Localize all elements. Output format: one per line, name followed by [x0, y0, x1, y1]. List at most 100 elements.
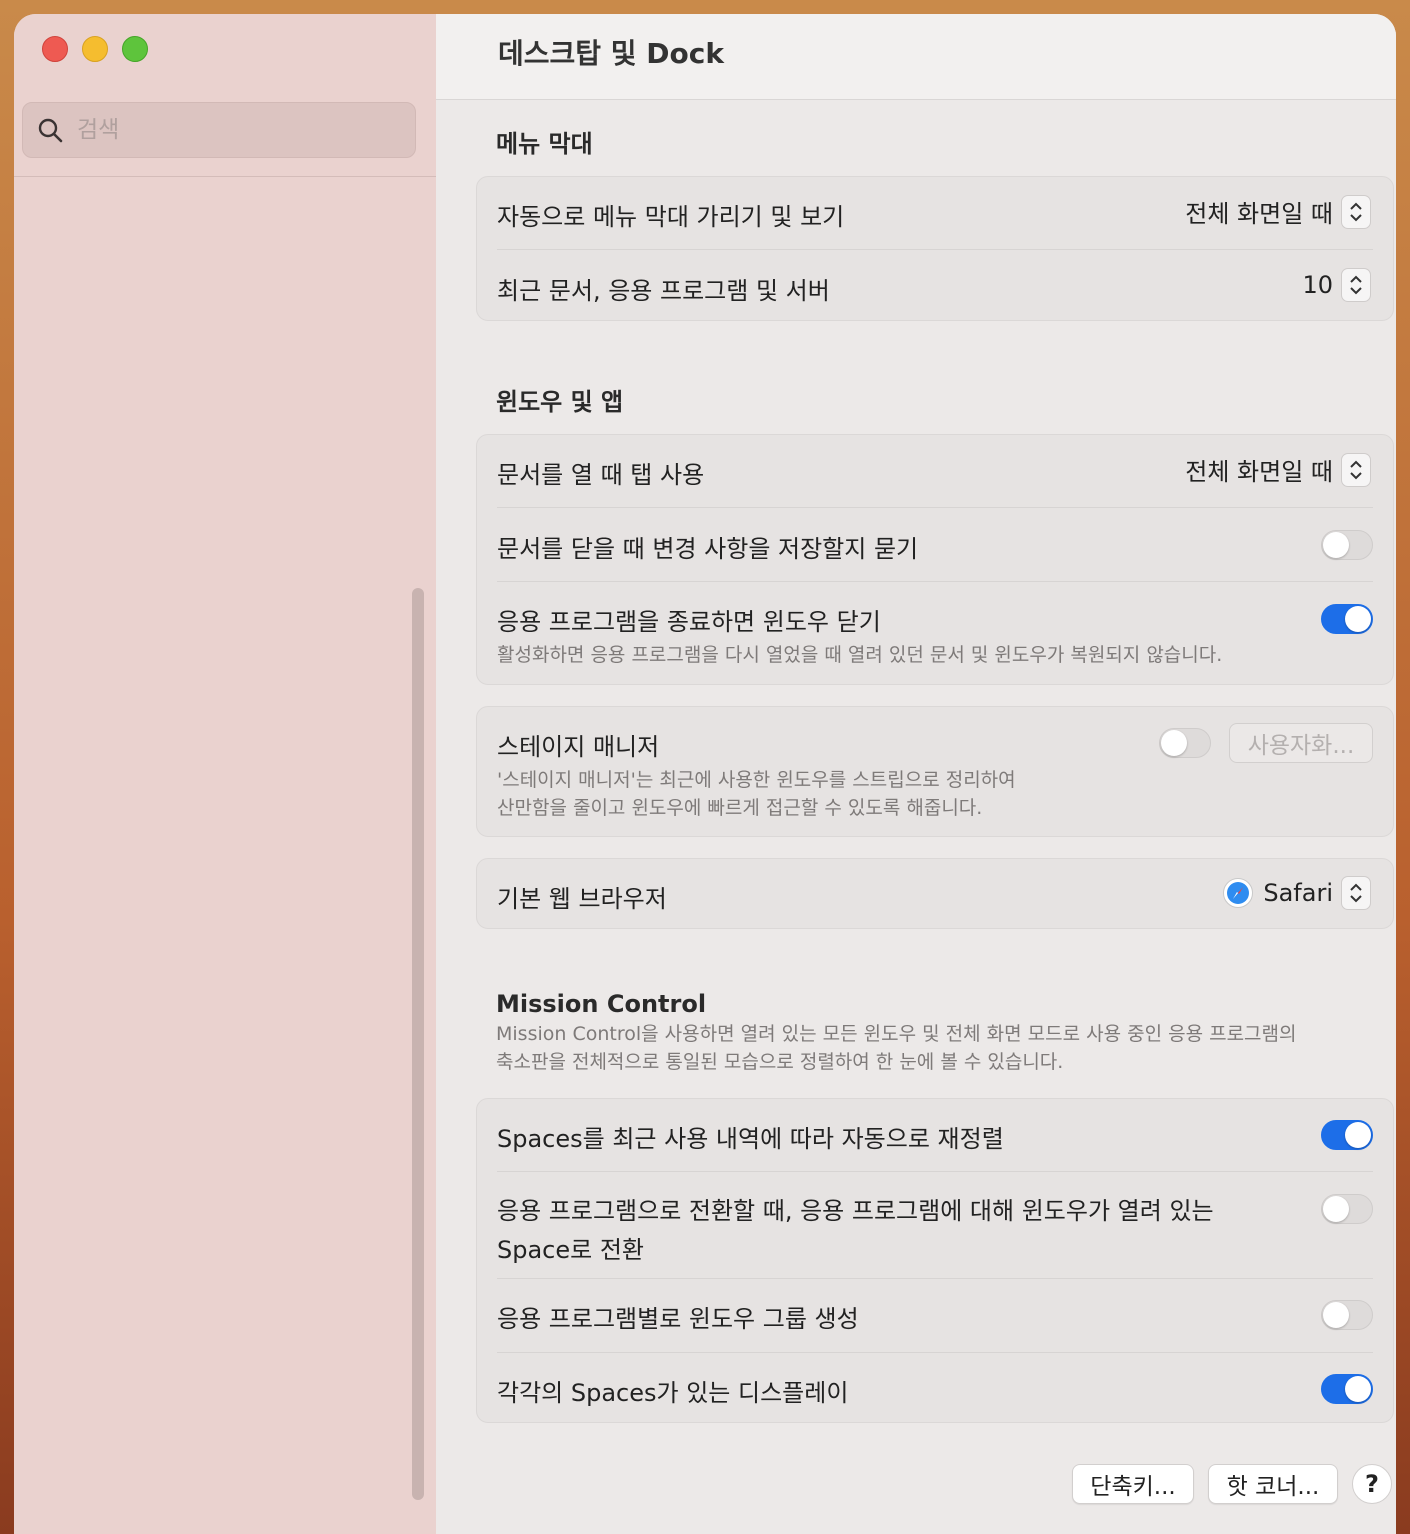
- auto-hide-popup[interactable]: 전체 화면일 때: [1185, 194, 1371, 229]
- close-windows-description: 활성화하면 응용 프로그램을 다시 열었을 때 열려 있던 문서 및 윈도우가 …: [497, 644, 1223, 666]
- screensaver-icon: ☾: [36, 846, 76, 886]
- sidebar-item[interactable]: ⌨ 키보드: [24, 1364, 384, 1420]
- close-window-button[interactable]: [42, 36, 68, 62]
- search-input[interactable]: [77, 117, 377, 143]
- sidebar-item[interactable]: ♿ 손쉬운 사용: [24, 420, 384, 476]
- sidebar-item[interactable]: ☾ 집중 모드: [24, 170, 384, 226]
- tabs-label: 문서를 열 때 탭 사용: [497, 461, 705, 489]
- help-button[interactable]: ?: [1352, 1464, 1392, 1504]
- sidebar-scrollbar[interactable]: [412, 588, 424, 1500]
- sidebar-item[interactable]: ✿ 배경화면: [24, 782, 384, 838]
- mission-control-description-2: 축소판을 전체적으로 통일된 모습으로 정렬하여 한 눈에 볼 수 있습니다.: [496, 1051, 1064, 1073]
- chevron-updown-icon: [1341, 194, 1371, 229]
- mission-control-title: Mission Control: [496, 990, 707, 1018]
- menubar-section-title: 메뉴 막대: [496, 130, 593, 158]
- sidebar-item-label: 제어 센터: [88, 492, 184, 521]
- sidebar-item-label: 배경화면: [88, 798, 177, 827]
- sidebar-item-label: 화면 보호기: [88, 854, 207, 883]
- sidebar-item-label: Touch ID 및 암호: [88, 1048, 272, 1077]
- row-divider: [497, 1278, 1373, 1279]
- sidebar-item[interactable]: ● Game Center: [24, 1282, 384, 1338]
- sidebar-divider: [14, 176, 436, 177]
- row-divider: [497, 507, 1373, 508]
- group-windows-row: 응용 프로그램별로 윈도우 그룹 생성: [497, 1299, 1373, 1334]
- key-icon: ⚷: [36, 1178, 76, 1218]
- sidebar-item-label: 배터리: [88, 910, 155, 939]
- auto-hide-value: 전체 화면일 때: [1185, 200, 1333, 228]
- switch-space-row: 응용 프로그램으로 전환할 때, 응용 프로그램에 대해 윈도우가 열려 있는 …: [497, 1191, 1373, 1265]
- sidebar-item[interactable]: 🔒 화면 잠금: [24, 976, 384, 1032]
- close-windows-toggle[interactable]: [1321, 604, 1373, 634]
- row-divider: [497, 1352, 1373, 1353]
- mission-control-description: Mission Control을 사용하면 열려 있는 모든 윈도우 및 전체 …: [496, 1020, 1386, 1076]
- group-windows-label: 응용 프로그램별로 윈도우 그룹 생성: [497, 1305, 859, 1333]
- sidebar-item[interactable]: ☾ 화면 보호기: [24, 838, 384, 894]
- recent-items-popup[interactable]: 10: [1302, 268, 1371, 302]
- sidebar-item[interactable]: ◉ Siri 및 Spotlight: [24, 532, 384, 588]
- sidebar-item[interactable]: ⧗ 스크린 타임: [24, 226, 384, 282]
- sidebar-item-label: 인터넷 계정: [88, 1242, 207, 1271]
- browser-popup[interactable]: Safari: [1223, 876, 1371, 910]
- control-center-icon: ☰: [36, 484, 76, 524]
- group-windows-toggle[interactable]: [1321, 1300, 1373, 1330]
- fingerprint-icon: ◎: [36, 1040, 76, 1080]
- sidebar-item[interactable]: ☝ 트랙패드: [24, 1476, 384, 1532]
- sidebar-item-label: 마우스: [88, 1436, 155, 1465]
- rearrange-toggle[interactable]: [1321, 1120, 1373, 1150]
- appearance-icon: ◐: [36, 372, 76, 412]
- mouse-icon: ▯: [36, 1428, 76, 1468]
- separate-spaces-row: 각각의 Spaces가 있는 디스플레이: [497, 1373, 1373, 1408]
- row-divider: [497, 581, 1373, 582]
- siri-icon: ◉: [36, 540, 76, 580]
- shortcuts-button[interactable]: 단축키...: [1072, 1464, 1194, 1504]
- sidebar-item-label: 화면 모드: [88, 380, 184, 409]
- browser-value: Safari: [1263, 879, 1333, 907]
- customize-button[interactable]: 사용자화...: [1229, 723, 1373, 763]
- sun-icon: ☀: [36, 734, 76, 774]
- switch-space-label-1: 응용 프로그램으로 전환할 때, 응용 프로그램에 대해 윈도우가 열려 있는: [497, 1197, 1214, 1225]
- mission-control-description-1: Mission Control을 사용하면 열려 있는 모든 윈도우 및 전체 …: [496, 1023, 1297, 1045]
- stage-manager-description-2: 산만함을 줄이고 윈도우에 빠르게 접근할 수 있도록 해줍니다.: [497, 797, 983, 819]
- minimize-window-button[interactable]: [82, 36, 108, 62]
- sidebar-item[interactable]: ⚙ 일반: [24, 308, 384, 364]
- sidebar-item[interactable]: 👥 사용자 및 그룹: [24, 1088, 384, 1144]
- gear-icon: ⚙: [36, 316, 76, 356]
- sidebar-item-label: 개인정보 보호 및 보안: [88, 604, 310, 633]
- sidebar-item[interactable]: ▬ 배터리: [24, 894, 384, 950]
- sidebar-item[interactable]: ☰ 제어 센터: [24, 476, 384, 532]
- tabs-value: 전체 화면일 때: [1185, 458, 1333, 486]
- game-center-icon: ●: [36, 1290, 76, 1330]
- separate-spaces-label: 각각의 Spaces가 있는 디스플레이: [497, 1379, 849, 1407]
- sidebar-item[interactable]: ◎ Touch ID 및 암호: [24, 1032, 384, 1088]
- sidebar-item[interactable]: @ 인터넷 계정: [24, 1226, 384, 1282]
- menubar-card: 자동으로 메뉴 막대 가리기 및 보기 전체 화면일 때 최근 문서, 응용 프…: [476, 176, 1394, 321]
- moon-icon: ☾: [36, 178, 76, 218]
- browser-label: 기본 웹 브라우저: [497, 885, 667, 913]
- sidebar-item[interactable]: ▯ 마우스: [24, 1420, 384, 1476]
- stage-manager-toggle[interactable]: [1159, 728, 1211, 758]
- windows-card: 문서를 열 때 탭 사용 전체 화면일 때 문서를 닫을 때 변경 사항을 저장…: [476, 434, 1394, 685]
- settings-window: ☾ 집중 모드 ⧗ 스크린 타임 ⚙ 일반 ◐ 화면 모드 ♿ 손쉬운 사용 ☰ 제어 센터 ◉ Siri…: [14, 14, 1396, 1534]
- search-box[interactable]: [22, 102, 416, 158]
- sidebar-item[interactable]: ▭ 데스크탑 및 Dock: [24, 670, 384, 726]
- recent-items-value: 10: [1302, 271, 1333, 299]
- switch-space-toggle[interactable]: [1321, 1194, 1373, 1224]
- sidebar-item-label: Siri 및 Spotlight: [88, 548, 272, 577]
- safari-icon: [1223, 878, 1254, 908]
- ask-save-toggle[interactable]: [1321, 530, 1373, 560]
- lock-icon: 🔒: [36, 984, 76, 1024]
- at-icon: @: [36, 1234, 76, 1274]
- sidebar-item[interactable]: ⚷ 암호: [24, 1170, 384, 1226]
- separate-spaces-toggle[interactable]: [1321, 1374, 1373, 1404]
- close-windows-row: 응용 프로그램을 종료하면 윈도우 닫기 활성화하면 응용 프로그램을 다시 열…: [497, 602, 1373, 669]
- sidebar-item-label: 디스플레이: [88, 742, 199, 771]
- sidebar-item[interactable]: ✋ 개인정보 보호 및 보안: [24, 588, 384, 644]
- tabs-popup[interactable]: 전체 화면일 때: [1185, 452, 1371, 487]
- zoom-window-button[interactable]: [122, 36, 148, 62]
- trackpad-icon: ☝: [36, 1484, 76, 1524]
- users-icon: 👥: [36, 1096, 76, 1136]
- hot-corners-button[interactable]: 핫 코너...: [1208, 1464, 1338, 1504]
- sidebar-item[interactable]: ☀ 디스플레이: [24, 726, 384, 782]
- sidebar-item[interactable]: ◐ 화면 모드: [24, 364, 384, 420]
- search-icon: [38, 118, 63, 143]
